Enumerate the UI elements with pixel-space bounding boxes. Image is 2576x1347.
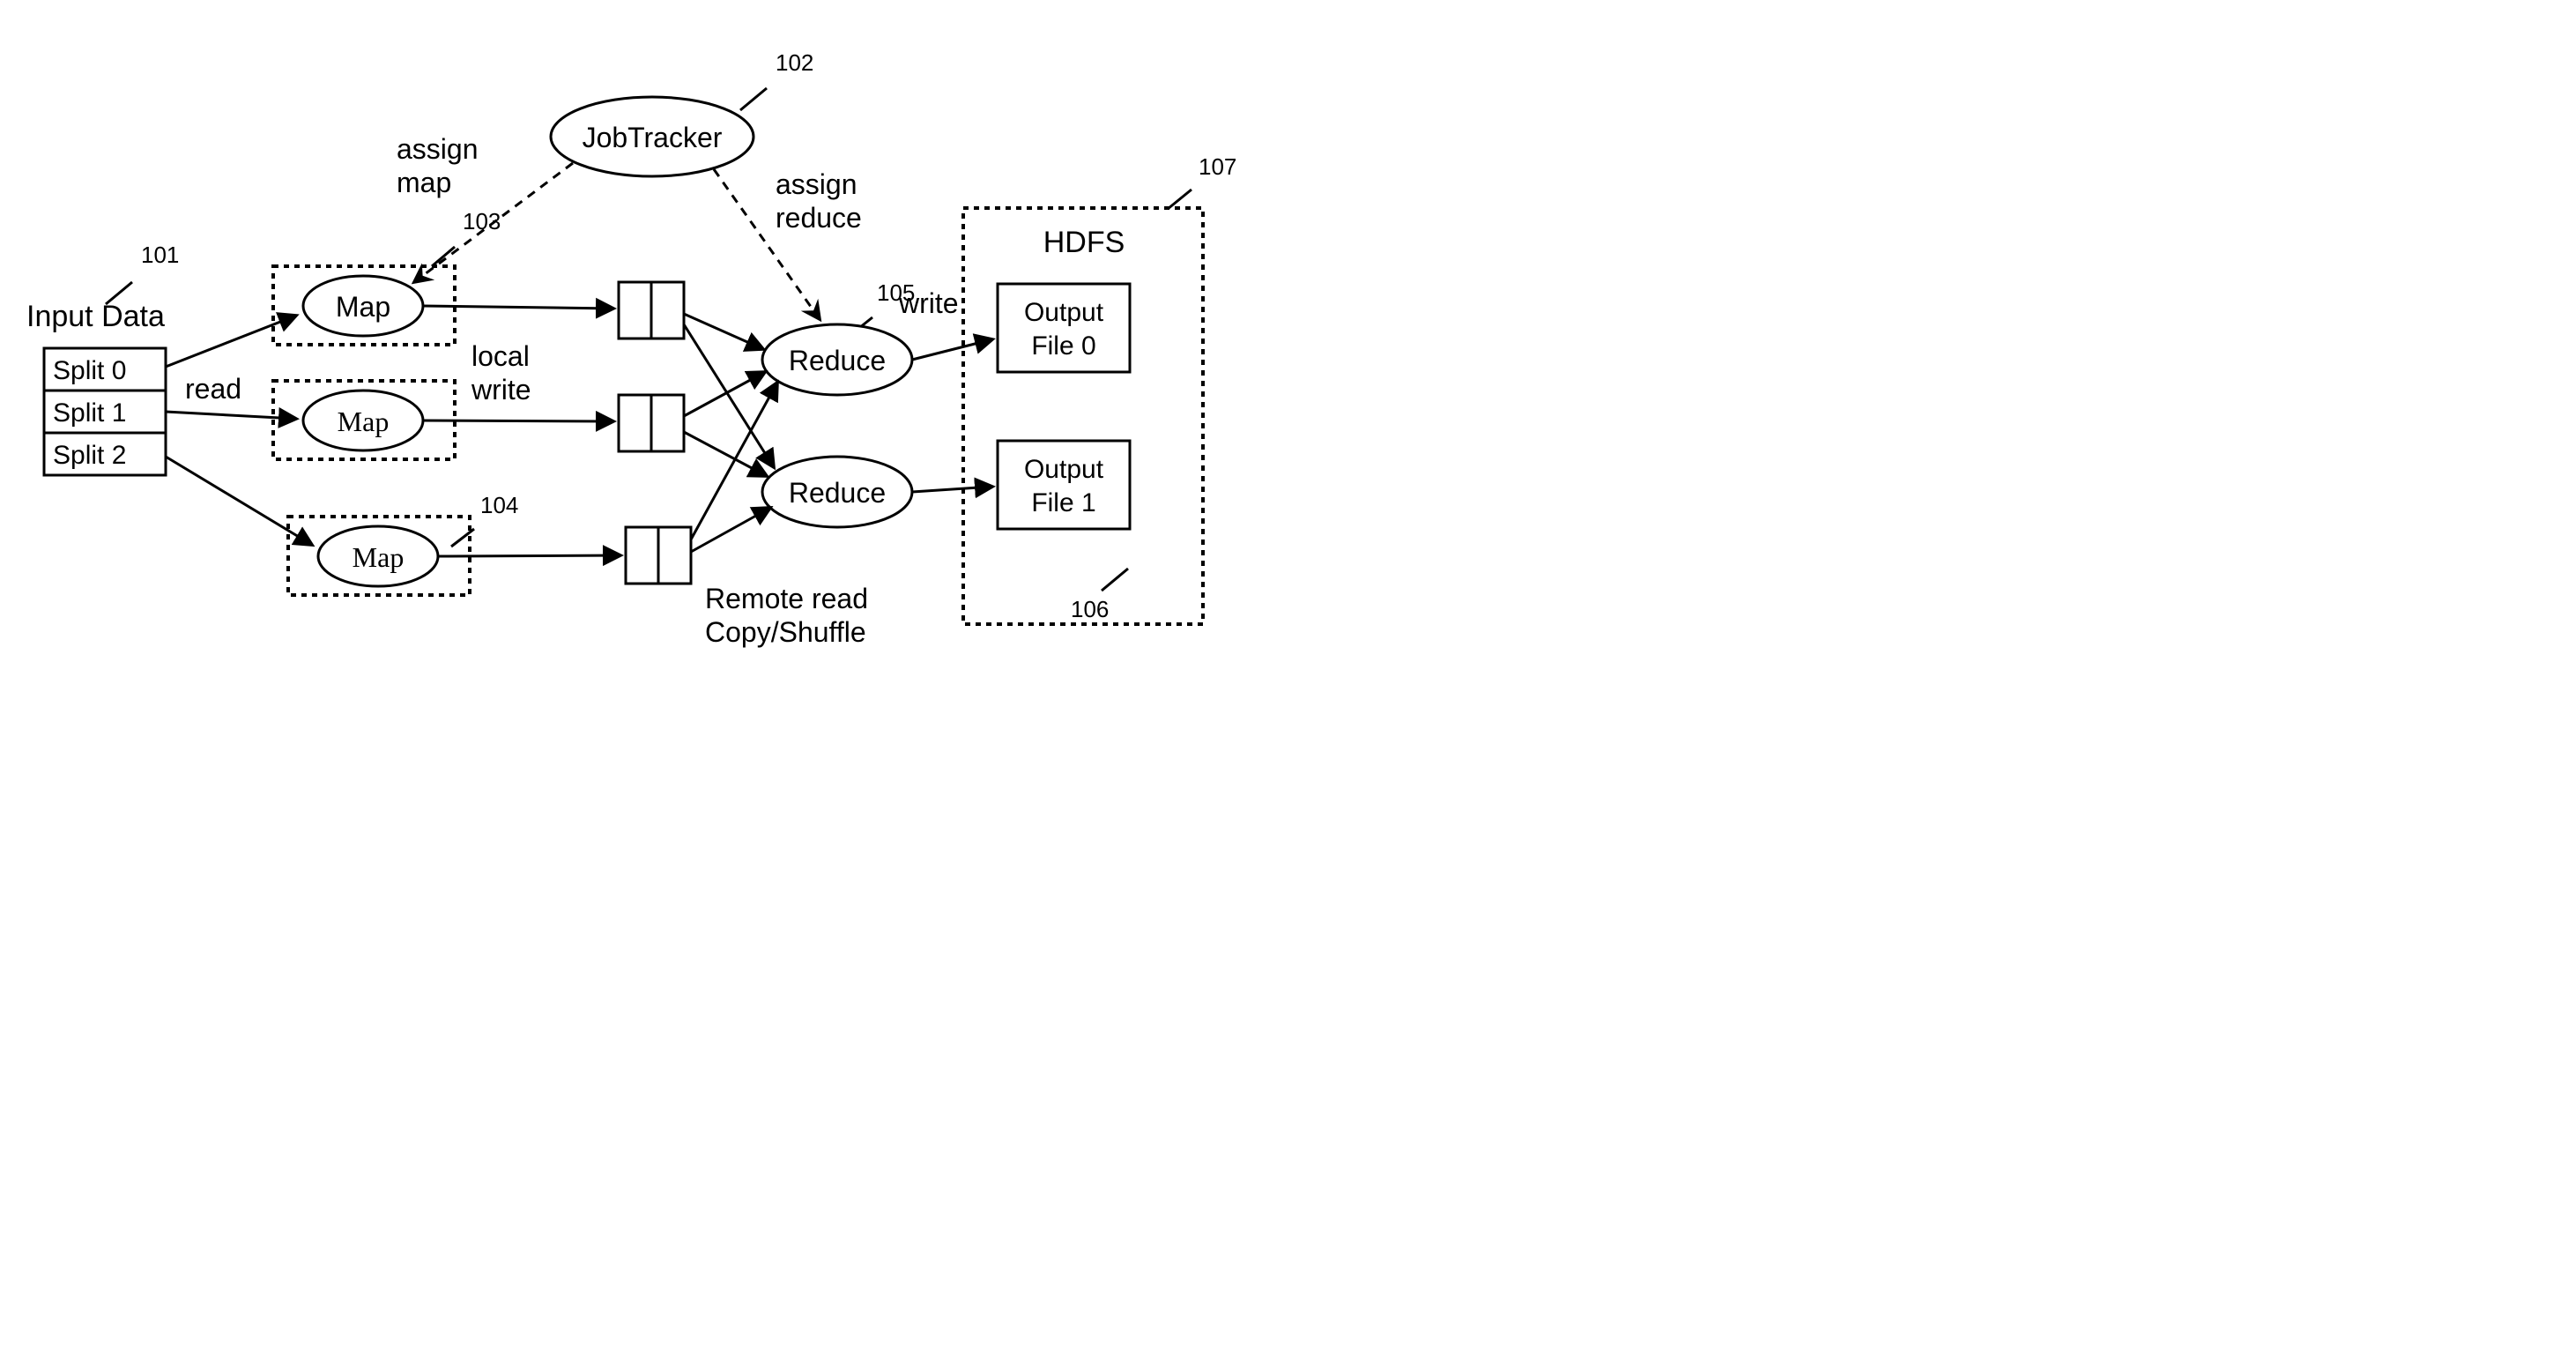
partition-3 <box>626 527 691 584</box>
ref-107: 107 <box>1199 153 1236 180</box>
arrow-map2-part2 <box>423 420 613 421</box>
remote-l1: Remote read <box>705 583 868 614</box>
output0-l1: Output <box>1024 298 1104 327</box>
output-file-1: Output File 1 <box>998 441 1130 529</box>
mapreduce-diagram: 101 102 103 104 105 106 107 Input Data S… <box>0 0 1288 674</box>
arrow-r2-out1 <box>912 487 992 492</box>
input-data-title: Input Data <box>26 300 165 333</box>
split-1: Split 1 <box>53 398 126 428</box>
ref-104: 104 <box>480 492 518 518</box>
output1-l2: File 1 <box>1031 488 1095 517</box>
remote-l2: Copy/Shuffle <box>705 616 866 648</box>
arrow-map1-part1 <box>423 306 613 309</box>
map1-label: Map <box>336 291 390 323</box>
arrow-split0-map1 <box>166 316 296 367</box>
assign-map-l1: assign <box>397 133 479 165</box>
assign-reduce-l1: assign <box>776 168 857 200</box>
hdfs-label: HDFS <box>1043 226 1125 259</box>
input-splits-table: Split 0 Split 1 Split 2 <box>44 348 166 475</box>
ref-106: 106 <box>1071 596 1109 622</box>
local-write-l2: write <box>471 374 531 406</box>
output1-l1: Output <box>1024 455 1104 484</box>
write-label: write <box>898 287 959 319</box>
map2-label: Map <box>338 406 390 437</box>
jobtracker-label: JobTracker <box>583 122 723 153</box>
split-2: Split 2 <box>53 441 126 470</box>
arrow-map3-part3 <box>438 555 620 556</box>
map3-label: Map <box>353 541 405 573</box>
partition-1 <box>619 282 684 339</box>
arrow-p3-r2 <box>691 508 770 552</box>
output-file-0: Output File 0 <box>998 284 1130 372</box>
arrow-split1-map2 <box>166 412 296 419</box>
output0-l2: File 0 <box>1031 331 1095 361</box>
ref-101: 101 <box>141 242 179 268</box>
reduce-1-label: Reduce <box>789 345 886 376</box>
local-write-l1: local <box>471 340 530 372</box>
hdfs-box <box>963 208 1203 624</box>
ref-102: 102 <box>776 49 813 76</box>
reduce-2-label: Reduce <box>789 477 886 509</box>
read-label: read <box>185 373 241 405</box>
arrow-split2-map3 <box>166 457 312 545</box>
arrow-p2-r1 <box>684 372 765 416</box>
arrow-r1-out0 <box>912 339 992 360</box>
assign-map-l2: map <box>397 167 451 198</box>
partition-2 <box>619 395 684 451</box>
arrow-p1-r2 <box>684 324 774 467</box>
split-0: Split 0 <box>53 356 126 385</box>
assign-reduce-l2: reduce <box>776 202 862 234</box>
